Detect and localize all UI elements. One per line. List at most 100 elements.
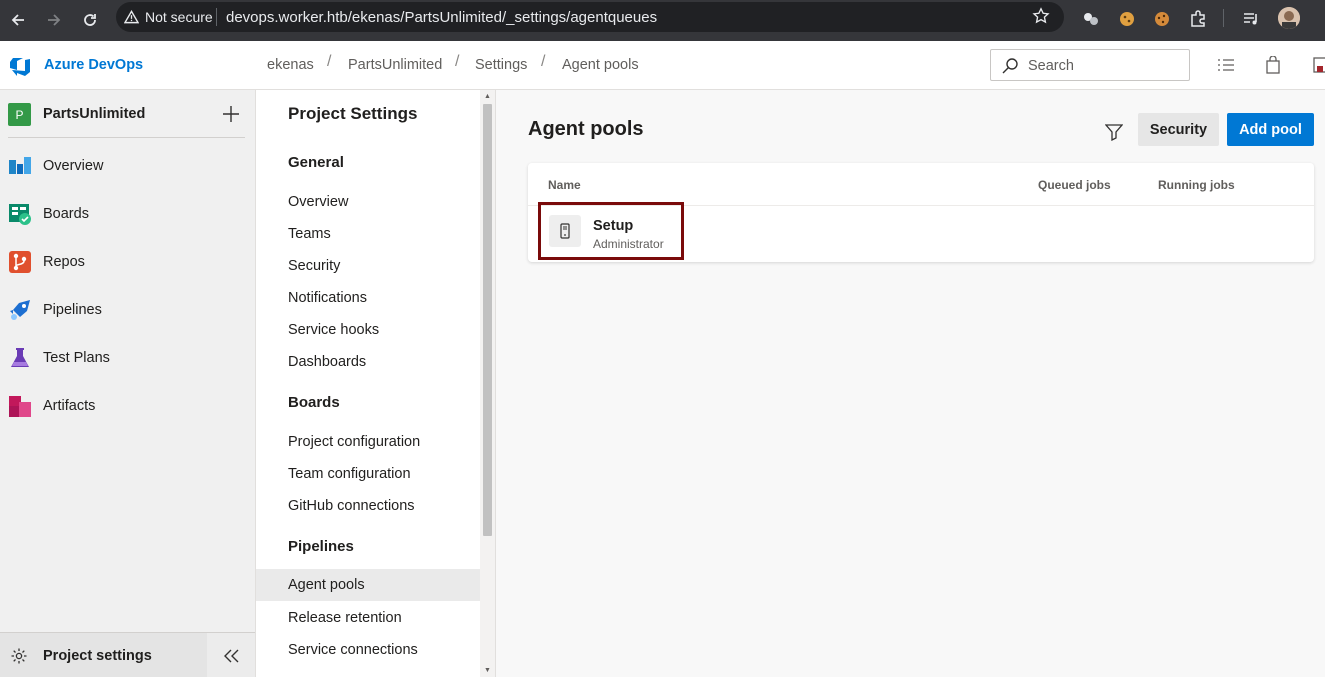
settings-group-general: General [288,154,344,171]
url-text[interactable]: devops.worker.htb/ekenas/PartsUnlimited/… [226,9,657,26]
add-icon[interactable] [221,104,241,124]
warning-icon [124,10,139,24]
project-settings-label: Project settings [43,648,152,664]
extension-cookie-alt-icon[interactable] [1151,8,1173,30]
settings-panel: Project Settings General Overview Teams … [256,90,496,677]
marketplace-bag-icon[interactable] [1263,55,1283,75]
extension-cookie-icon[interactable] [1116,8,1138,30]
settings-item-label: GitHub connections [288,498,415,514]
nav-item-label: Pipelines [43,302,102,318]
breadcrumb-separator: / [455,53,460,70]
settings-item-team-configuration[interactable]: Team configuration [256,458,480,490]
settings-item-service-connections[interactable]: Service connections [256,634,480,666]
pool-name[interactable]: Setup [593,218,633,234]
address-bar[interactable]: Not secure devops.worker.htb/ekenas/Part… [116,2,1064,32]
project-name[interactable]: PartsUnlimited [43,106,145,122]
breadcrumb-organization[interactable]: ekenas [267,57,314,73]
media-queue-icon[interactable] [1240,8,1262,30]
table-row[interactable]: Setup Administrator [538,202,684,260]
settings-item-release-retention[interactable]: Release retention [256,602,480,634]
settings-scrollbar[interactable]: ▲ ▼ [480,90,495,677]
agent-pool-icon [549,215,581,247]
forward-icon[interactable] [42,8,66,32]
scroll-up-icon[interactable]: ▲ [483,93,492,101]
nav-item-artifacts[interactable]: Artifacts [0,386,255,426]
settings-item-label: Service hooks [288,322,380,338]
toolbar-divider [1223,9,1224,27]
nav-item-label: Overview [43,158,104,174]
scroll-down-icon[interactable]: ▼ [483,667,492,675]
nav-item-label: Repos [43,254,85,270]
settings-item-label: Team configuration [288,466,411,482]
breadcrumb-current[interactable]: Agent pools [562,57,639,73]
settings-item-label: Teams [288,226,331,242]
profile-avatar[interactable] [1278,7,1300,29]
search-input[interactable]: Search [990,49,1190,81]
breadcrumb-settings[interactable]: Settings [475,57,527,73]
gear-icon [10,647,28,670]
settings-item-teams[interactable]: Teams [256,218,480,250]
settings-item-label: Security [288,258,341,274]
nav-item-label: Test Plans [43,350,110,366]
pool-owner: Administrator [593,237,664,251]
task-list-icon[interactable] [1216,55,1236,75]
nav-item-pipelines[interactable]: Pipelines [0,290,255,330]
nav-item-label: Artifacts [43,398,96,414]
settings-item-label: Overview [288,194,349,210]
page-title: Agent pools [528,118,644,140]
settings-item-security[interactable]: Security [256,250,480,282]
project-badge: P [8,103,31,126]
brand-name[interactable]: Azure DevOps [44,57,143,73]
scrollbar-thumb[interactable] [483,104,492,536]
nav-item-label: Boards [43,206,89,222]
bookmark-star-icon[interactable] [1032,7,1050,30]
pipelines-icon [8,298,32,322]
search-placeholder: Search [1028,58,1074,74]
settings-item-project-configuration[interactable]: Project configuration [256,426,480,458]
test-plans-icon [8,346,32,370]
settings-group-pipelines: Pipelines [288,538,354,555]
filter-icon[interactable] [1100,118,1128,146]
column-header-queued-jobs[interactable]: Queued jobs [1038,178,1111,192]
double-chevron-left-icon [224,649,239,662]
nav-item-test-plans[interactable]: Test Plans [0,338,255,378]
settings-item-label: Release retention [288,610,402,626]
left-navigation: P PartsUnlimited Overview Boards Repos P… [0,90,256,677]
nav-item-boards[interactable]: Boards [0,194,255,234]
settings-item-overview[interactable]: Overview [256,186,480,218]
nav-divider [8,137,245,138]
nav-item-repos[interactable]: Repos [0,242,255,282]
extension-icon[interactable] [1080,8,1102,30]
security-label: Not secure [145,9,213,25]
settings-item-label: Notifications [288,290,367,306]
security-indicator[interactable]: Not secure [124,9,213,25]
column-header-running-jobs[interactable]: Running jobs [1158,178,1235,192]
breadcrumb-project[interactable]: PartsUnlimited [348,57,442,73]
back-icon[interactable] [6,8,30,32]
settings-item-service-hooks[interactable]: Service hooks [256,314,480,346]
settings-group-boards: Boards [288,394,340,411]
nav-item-overview[interactable]: Overview [0,146,255,186]
collapse-nav-button[interactable] [207,633,255,677]
column-header-name[interactable]: Name [548,178,581,192]
settings-item-dashboards[interactable]: Dashboards [256,346,480,378]
settings-item-label: Service connections [288,642,418,658]
agent-pools-table: Name Queued jobs Running jobs Setup Admi… [528,163,1314,262]
settings-item-agent-pools[interactable]: Agent pools [256,569,480,601]
add-pool-button[interactable]: Add pool [1227,113,1314,146]
user-settings-icon[interactable] [1310,55,1325,75]
security-button[interactable]: Security [1138,113,1219,146]
settings-item-github-connections[interactable]: GitHub connections [256,490,480,522]
reload-icon[interactable] [78,8,102,32]
breadcrumb-separator: / [541,53,546,70]
app-header: Azure DevOps ekenas / PartsUnlimited / S… [0,41,1325,90]
project-switcher[interactable]: P PartsUnlimited [8,102,245,132]
settings-item-label: Agent pools [288,577,365,593]
settings-title: Project Settings [288,104,418,123]
project-settings-button[interactable]: Project settings [0,632,255,677]
azure-devops-logo-icon[interactable] [9,55,31,77]
repos-icon [8,250,32,274]
extensions-puzzle-icon[interactable] [1187,8,1209,30]
breadcrumb-separator: / [327,53,332,70]
settings-item-notifications[interactable]: Notifications [256,282,480,314]
